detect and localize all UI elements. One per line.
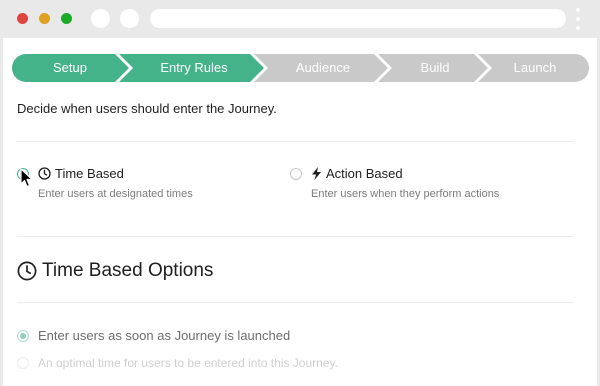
- address-bar[interactable]: [150, 9, 566, 28]
- action-based-option[interactable]: Action Based: [311, 166, 403, 181]
- mouse-pointer-icon: [20, 168, 33, 188]
- divider: [17, 141, 573, 142]
- window-frame-left: [0, 38, 3, 386]
- step-launch[interactable]: Launch: [492, 54, 578, 82]
- divider: [17, 302, 573, 303]
- divider: [17, 236, 573, 237]
- optimal-time-label[interactable]: An optimal time for users to be entered …: [38, 356, 338, 370]
- close-window-button[interactable]: [17, 13, 28, 24]
- launch-immediately-label[interactable]: Enter users as soon as Journey is launch…: [38, 328, 290, 343]
- launch-immediately-radio[interactable]: [17, 330, 29, 342]
- section-title-text: Time Based Options: [42, 260, 214, 281]
- clock-icon: [17, 261, 37, 281]
- action-based-title: Action Based: [326, 166, 403, 181]
- maximize-window-button[interactable]: [61, 13, 72, 24]
- time-based-description: Enter users at designated times: [38, 188, 193, 200]
- back-button[interactable]: [91, 9, 110, 28]
- more-options-icon[interactable]: [576, 8, 580, 30]
- time-based-option[interactable]: Time Based: [38, 166, 124, 181]
- minimize-window-button[interactable]: [39, 13, 50, 24]
- step-build[interactable]: Build: [392, 54, 478, 82]
- browser-toolbar: [0, 0, 600, 38]
- time-based-title: Time Based: [55, 166, 124, 181]
- step-entry-rules[interactable]: Entry Rules: [134, 54, 254, 82]
- clock-icon: [38, 167, 51, 180]
- journey-stepper: Setup Entry Rules Audience Build Launch: [12, 54, 589, 82]
- forward-button[interactable]: [120, 9, 139, 28]
- step-setup[interactable]: Setup: [24, 54, 116, 82]
- optimal-time-radio[interactable]: [17, 357, 29, 369]
- time-based-options-heading: Time Based Options: [17, 260, 213, 282]
- action-based-description: Enter users when they perform actions: [311, 188, 500, 200]
- action-based-radio[interactable]: [290, 168, 302, 180]
- step-audience[interactable]: Audience: [268, 54, 378, 82]
- intro-text: Decide when users should enter the Journ…: [17, 101, 277, 116]
- lightning-icon: [312, 167, 321, 180]
